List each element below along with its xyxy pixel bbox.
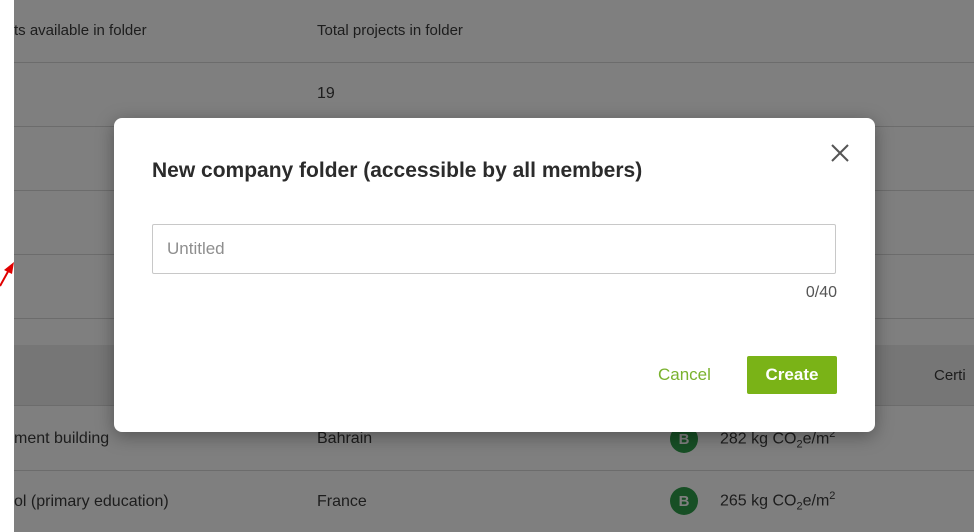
new-folder-dialog: New company folder (accessible by all me… [114,118,875,432]
create-button[interactable]: Create [747,356,837,394]
close-icon[interactable] [827,140,853,166]
character-counter: 0/40 [805,284,837,301]
cancel-button[interactable]: Cancel [650,356,719,394]
folder-name-input[interactable] [152,224,836,274]
close-button[interactable] [827,140,853,166]
red-arrow-icon [0,262,14,287]
dialog-title: New company folder (accessible by all me… [152,159,643,182]
